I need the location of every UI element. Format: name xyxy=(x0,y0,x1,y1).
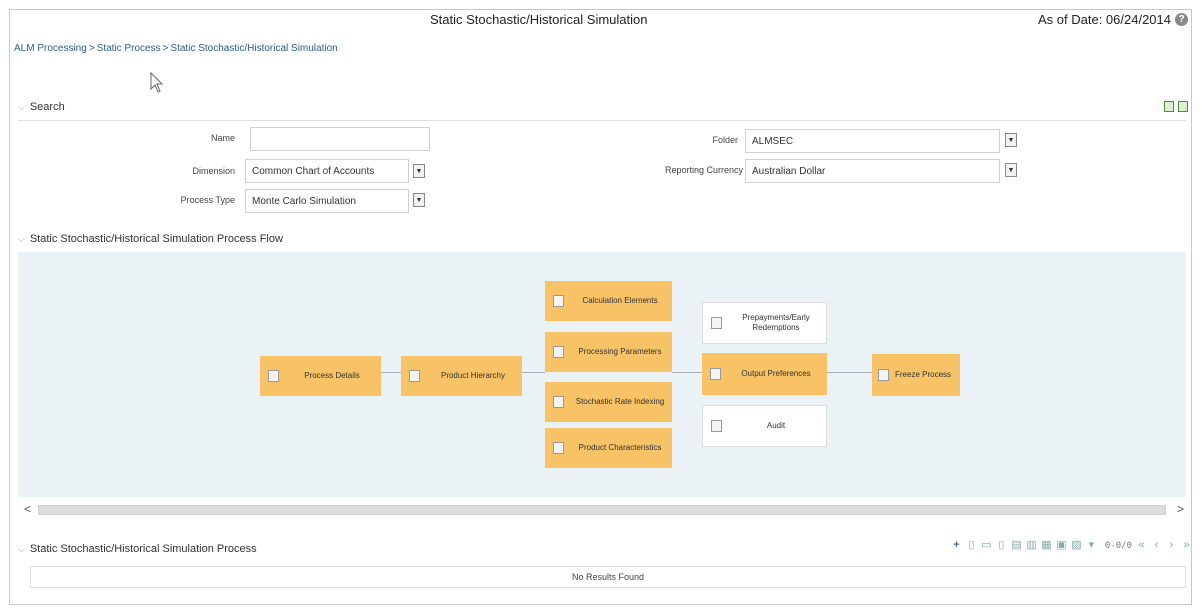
collapse-icon[interactable]: ⌵ xyxy=(18,102,25,113)
collapse-icon[interactable]: ⌵ xyxy=(18,544,25,555)
process-list-label: Static Stochastic/Historical Simulation … xyxy=(29,543,257,555)
add-icon[interactable]: + xyxy=(951,540,962,551)
document-icon xyxy=(268,370,279,382)
node-product-hierarchy[interactable]: Product Hierarchy xyxy=(401,356,522,396)
export-page-icon[interactable] xyxy=(1178,101,1188,112)
first-page-icon[interactable]: « xyxy=(1136,540,1147,551)
edit-icon[interactable]: ▭ xyxy=(981,540,992,551)
dimension-dropdown-icon[interactable]: ▼ xyxy=(413,164,425,178)
pager-count: 0-0/0 xyxy=(1104,540,1132,551)
reporting-currency-dropdown-icon[interactable]: ▼ xyxy=(1005,163,1017,177)
copy-icon[interactable]: ▯ xyxy=(996,540,1007,551)
output-icon xyxy=(710,368,721,380)
node-prepayments[interactable]: Prepayments/Early Redemptions xyxy=(702,302,827,344)
scroll-right-icon[interactable]: > xyxy=(1177,502,1184,516)
flow-connector xyxy=(522,372,545,373)
node-product-characteristics[interactable]: Product Characteristics xyxy=(545,428,672,468)
save-icon[interactable]: ▣ xyxy=(1056,540,1067,551)
mouse-cursor-icon xyxy=(150,72,164,93)
help-icon[interactable]: ? xyxy=(1175,13,1188,26)
process-type-label: Process Type xyxy=(180,195,235,205)
flow-connector xyxy=(827,372,872,373)
rate-index-icon xyxy=(553,396,564,408)
flow-connector xyxy=(381,372,401,373)
folder-select[interactable]: ALMSEC xyxy=(745,129,1000,153)
next-page-icon[interactable]: › xyxy=(1166,540,1177,551)
name-input[interactable] xyxy=(250,127,430,151)
node-output-preferences[interactable]: Output Preferences xyxy=(702,353,827,395)
flow-scrollbar[interactable]: < > xyxy=(18,502,1186,517)
folder-label: Folder xyxy=(712,135,738,145)
node-audit[interactable]: Audit xyxy=(702,405,827,447)
breadcrumb-current[interactable]: Static Stochastic/Historical Simulation xyxy=(170,43,337,54)
name-label: Name xyxy=(210,133,235,143)
run-icon[interactable]: ▦ xyxy=(1041,540,1052,551)
scroll-thumb[interactable] xyxy=(38,505,1166,515)
scroll-left-icon[interactable]: < xyxy=(24,502,31,516)
page-title: Static Stochastic/Historical Simulation xyxy=(430,12,648,27)
node-stochastic-rate-indexing[interactable]: Stochastic Rate Indexing xyxy=(545,382,672,422)
process-list-toolbar: + ▯ ▭ ▯ ▤ ▥ ▦ ▣ ▧ ▾ 0-0/0 « ‹ › » xyxy=(951,540,1192,551)
folder-dropdown-icon[interactable]: ▼ xyxy=(1005,133,1017,147)
flow-section-label: Static Stochastic/Historical Simulation … xyxy=(29,233,283,245)
export-icons xyxy=(1164,101,1188,112)
view-icon[interactable]: ▯ xyxy=(966,540,977,551)
process-list-header[interactable]: ⌵ Static Stochastic/Historical Simulatio… xyxy=(18,543,257,555)
reporting-currency-label: Reporting Currency xyxy=(664,165,743,175)
prepayment-icon xyxy=(711,317,722,329)
process-type-dropdown-icon[interactable]: ▼ xyxy=(413,193,425,207)
parameters-icon xyxy=(553,346,564,358)
dimension-select[interactable]: Common Chart of Accounts xyxy=(245,159,409,183)
product-icon xyxy=(553,442,564,454)
node-process-details[interactable]: Process Details xyxy=(260,356,381,396)
dimension-label: Dimension xyxy=(192,166,235,176)
no-results-message: No Results Found xyxy=(30,566,1186,588)
last-page-icon[interactable]: » xyxy=(1181,540,1192,551)
as-of-date: As of Date: 06/24/2014 ? xyxy=(1038,12,1188,27)
filter-icon[interactable]: ▾ xyxy=(1086,540,1097,551)
as-of-date-text: As of Date: 06/24/2014 xyxy=(1038,12,1171,27)
search-section-label: Search xyxy=(29,101,65,113)
breadcrumb: ALM Processing > Static Process > Static Sto… xyxy=(14,43,338,54)
node-freeze-process[interactable]: Freeze Process xyxy=(872,354,960,396)
delete-icon[interactable]: ▤ xyxy=(1011,540,1022,551)
node-calculation-elements[interactable]: Calculation Elements xyxy=(545,281,672,321)
calculator-icon xyxy=(553,295,564,307)
flow-section-header[interactable]: ⌵ Static Stochastic/Historical Simulatio… xyxy=(18,233,283,245)
prev-page-icon[interactable]: ‹ xyxy=(1151,540,1162,551)
node-processing-parameters[interactable]: Processing Parameters xyxy=(545,332,672,372)
flow-connector xyxy=(672,372,702,373)
collapse-icon[interactable]: ⌵ xyxy=(18,234,25,245)
check-icon[interactable]: ▥ xyxy=(1026,540,1037,551)
breadcrumb-static-process[interactable]: Static Process xyxy=(97,43,161,54)
hierarchy-icon xyxy=(409,370,420,382)
export-icon[interactable]: ▧ xyxy=(1071,540,1082,551)
freeze-icon xyxy=(878,369,889,381)
process-type-select[interactable]: Monte Carlo Simulation xyxy=(245,189,409,213)
reporting-currency-select[interactable]: Australian Dollar xyxy=(745,159,1000,183)
breadcrumb-alm-processing[interactable]: ALM Processing xyxy=(14,43,87,54)
export-excel-icon[interactable] xyxy=(1164,101,1174,112)
search-section-header[interactable]: ⌵ Search xyxy=(18,101,65,113)
audit-icon xyxy=(711,420,722,432)
